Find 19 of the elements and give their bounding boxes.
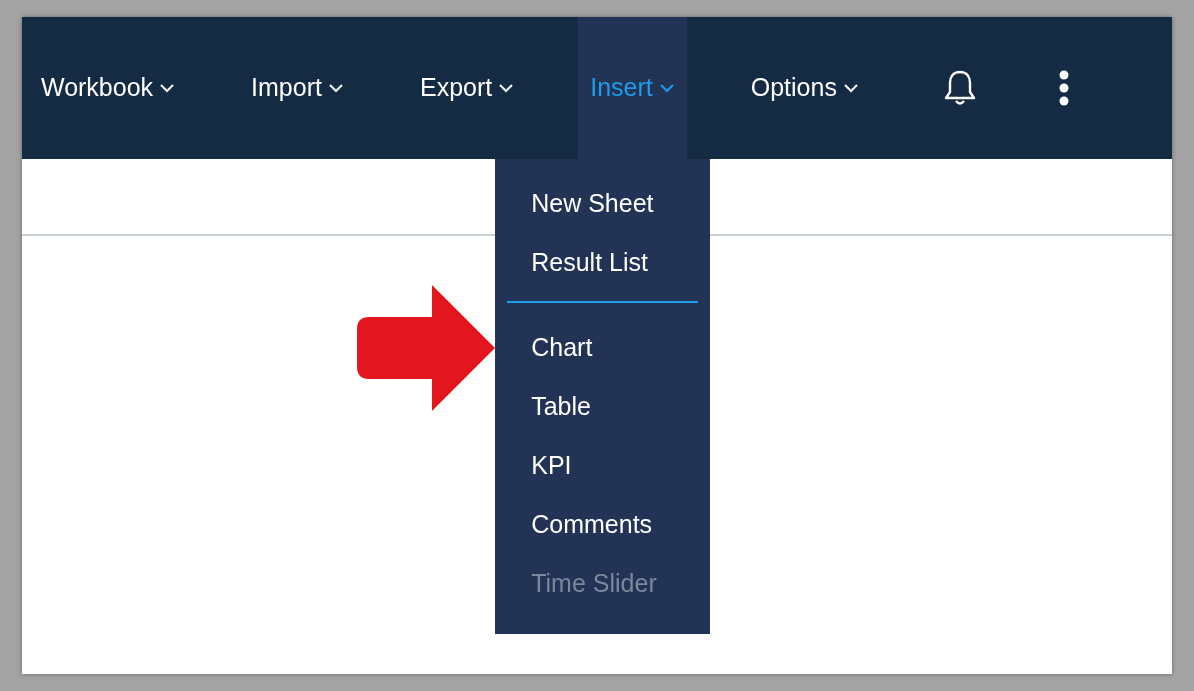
chevron-icon <box>327 83 344 93</box>
menu-item[interactable]: New Sheet <box>495 173 654 232</box>
menu-tab[interactable]: Options <box>738 17 871 159</box>
menu-item[interactable]: Chart <box>495 317 593 376</box>
menu-item[interactable]: Comments <box>495 494 653 553</box>
chevron-icon <box>498 83 515 93</box>
chevron-icon <box>842 83 859 93</box>
bell-icon[interactable] <box>942 69 977 107</box>
menu-tab[interactable]: Insert <box>578 17 687 159</box>
menu-item[interactable]: KPI <box>495 435 572 494</box>
arrow-icon <box>357 285 497 411</box>
chevron-icon <box>159 83 176 93</box>
menu-item[interactable]: Table <box>495 376 591 435</box>
menu-tab[interactable]: Import <box>239 17 356 159</box>
more-options-icon[interactable] <box>1058 70 1069 106</box>
menu-tab[interactable]: Workbook <box>29 17 188 159</box>
chevron-icon <box>658 83 675 93</box>
menu-tab[interactable]: Export <box>407 17 527 159</box>
menu-item[interactable]: Result List <box>495 232 648 291</box>
